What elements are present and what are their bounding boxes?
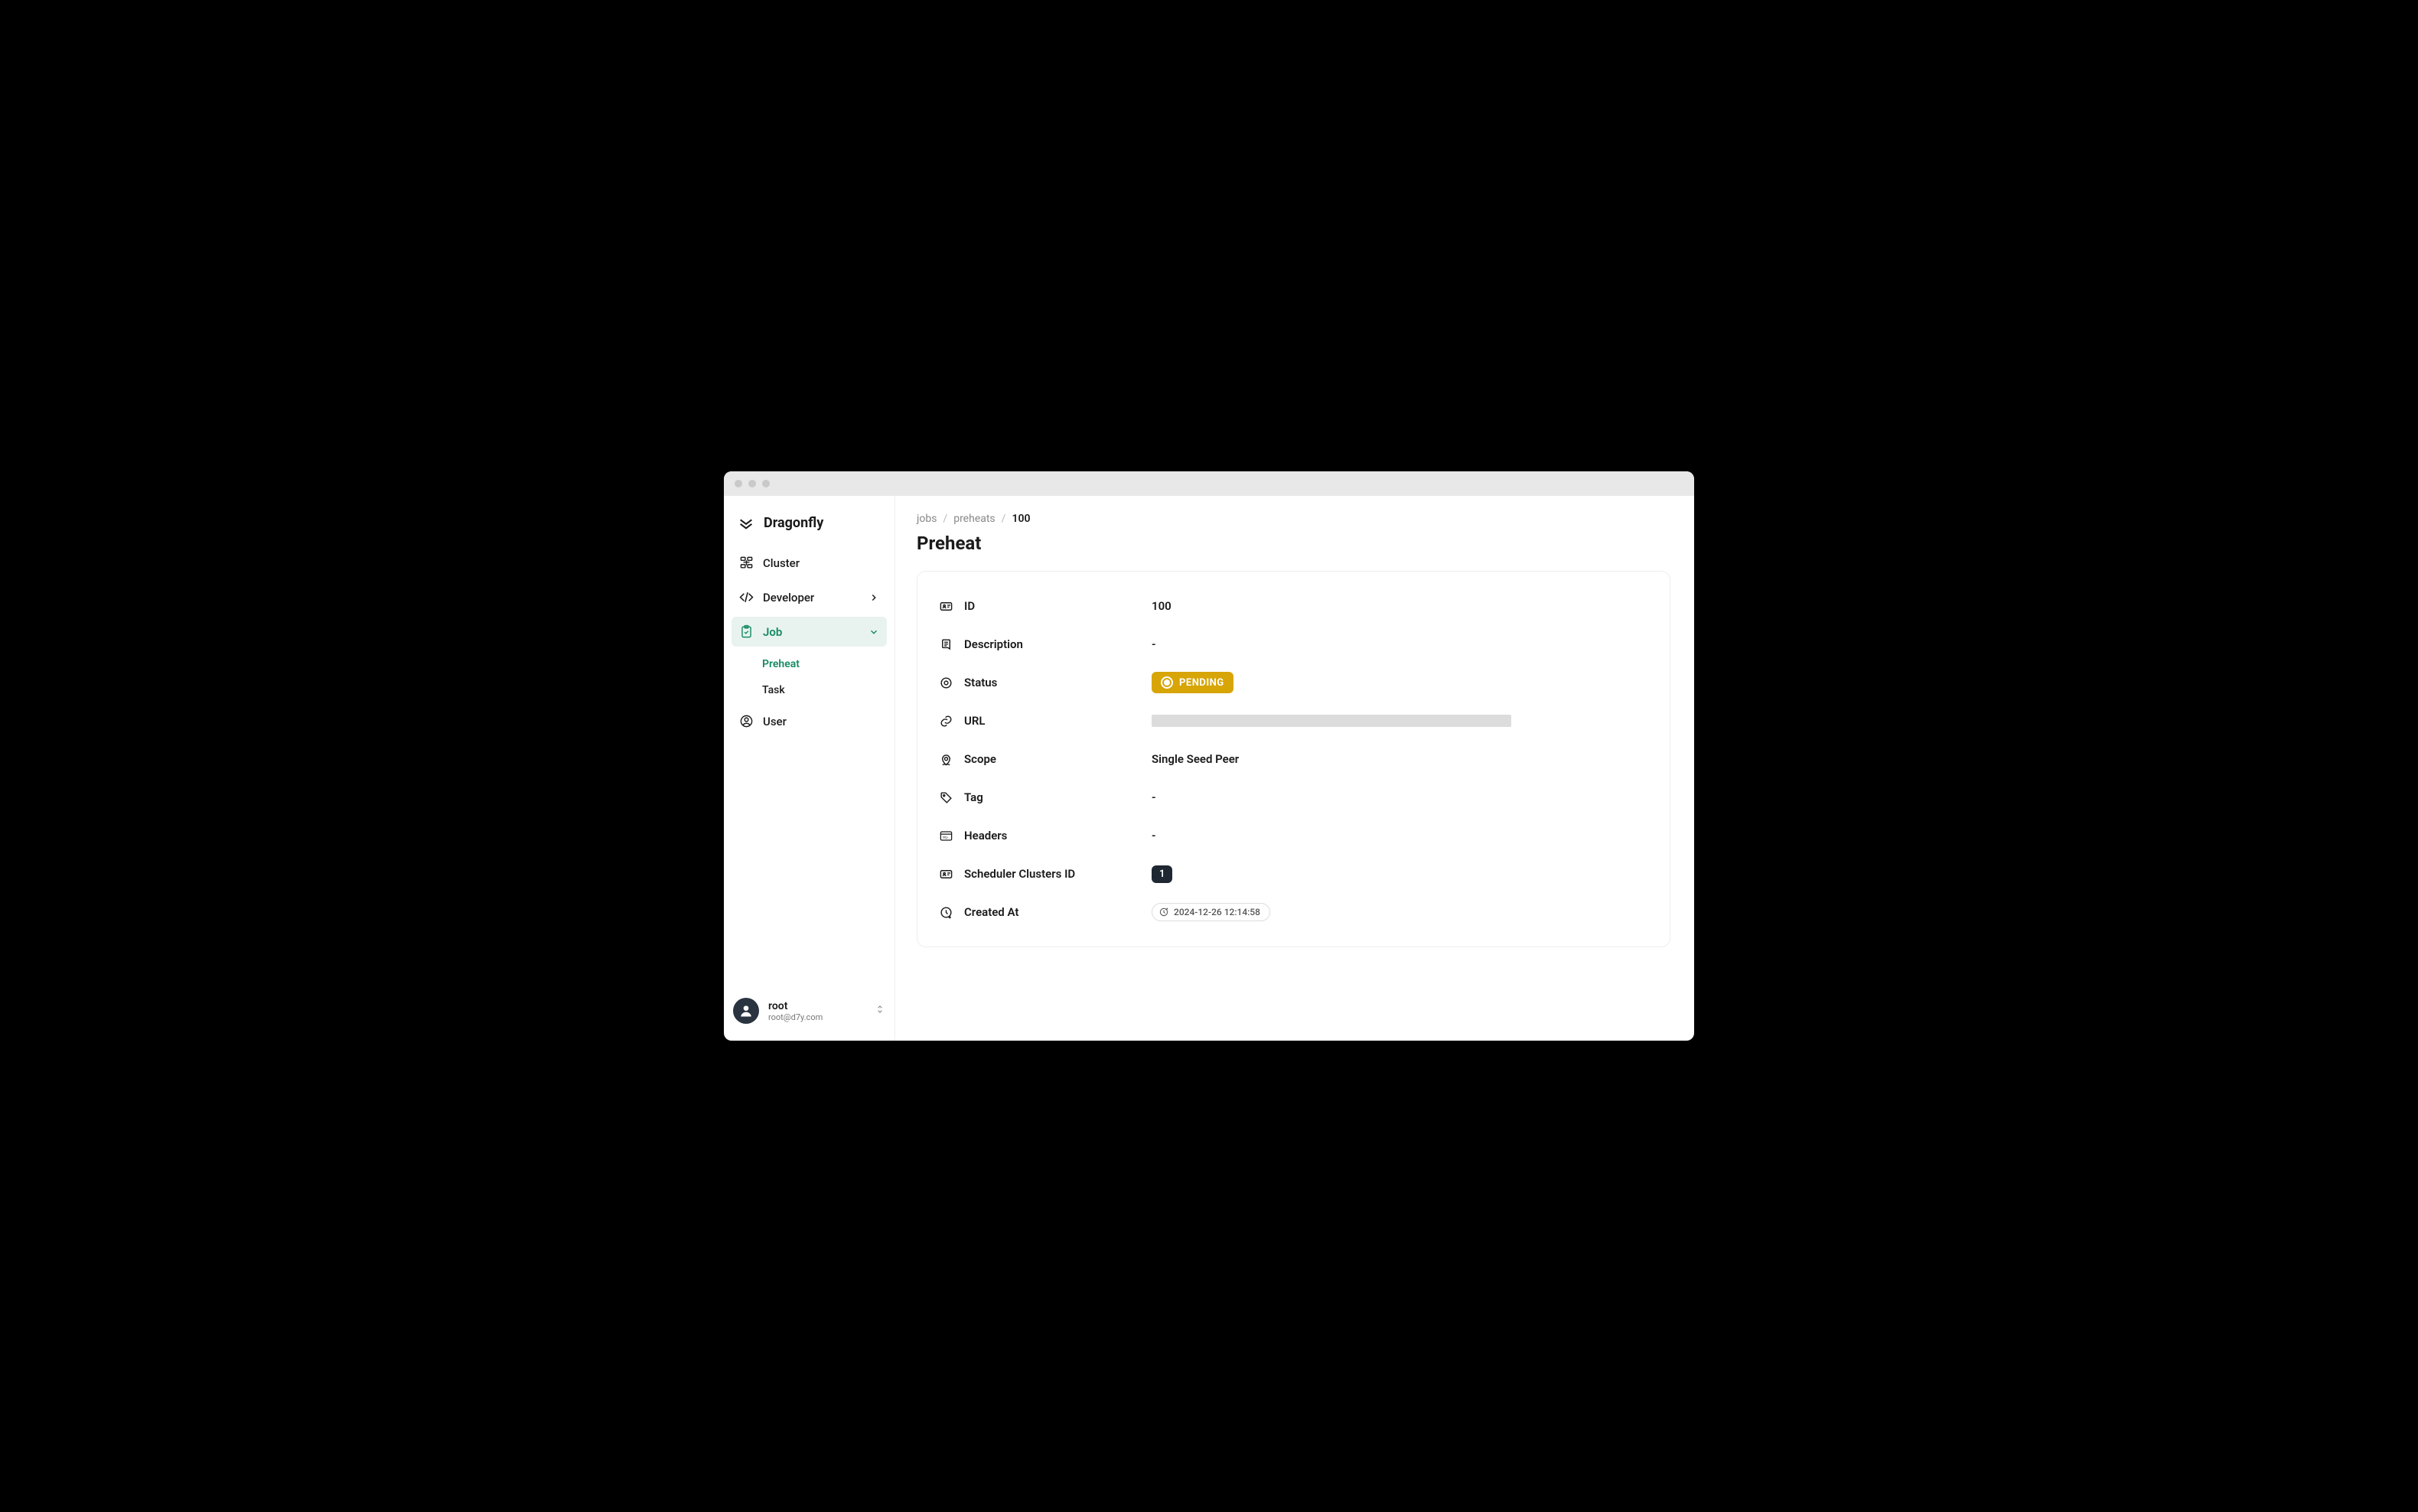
footer-username: root (768, 1000, 865, 1012)
sidebar-subitem-task[interactable]: Task (754, 677, 887, 703)
detail-card: ID 100 Description - Status (917, 571, 1670, 947)
sidebar-label: Cluster (763, 556, 879, 570)
close-dot[interactable] (735, 480, 742, 487)
label-scheduler: Scheduler Clusters ID (964, 867, 1075, 881)
row-scheduler: Scheduler Clusters ID 1 (939, 855, 1648, 893)
label-id: ID (964, 599, 975, 613)
label-headers: Headers (964, 829, 1007, 842)
chevron-up-down-icon (875, 1002, 885, 1016)
sidebar-item-user[interactable]: User (732, 706, 887, 736)
svg-text:http: http (943, 835, 949, 839)
location-icon (939, 752, 953, 767)
app-window: Dragonfly Cluster Developer (724, 471, 1694, 1041)
value-description: - (1152, 637, 1648, 651)
sidebar-label: Job (763, 625, 859, 639)
label-created: Created At (964, 905, 1018, 919)
label-tag: Tag (964, 790, 983, 804)
footer-email: root@d7y.com (768, 1012, 865, 1022)
value-scope: Single Seed Peer (1152, 752, 1648, 766)
tag-icon (939, 790, 953, 805)
avatar (733, 998, 759, 1024)
dragonfly-logo-icon (738, 514, 754, 531)
breadcrumb-current: 100 (1012, 513, 1030, 525)
status-badge: PENDING (1152, 672, 1233, 693)
label-scope: Scope (964, 752, 996, 766)
value-tag: - (1152, 790, 1648, 804)
row-description: Description - (939, 625, 1648, 663)
sidebar: Dragonfly Cluster Developer (724, 496, 895, 1041)
row-url: URL (939, 702, 1648, 740)
sidebar-label: User (763, 715, 879, 728)
value-headers: - (1152, 829, 1648, 842)
sidebar-item-cluster[interactable]: Cluster (732, 548, 887, 578)
chevron-right-icon (868, 592, 879, 603)
id-card-icon (939, 867, 953, 881)
created-chip: 2024-12-26 12:14:58 (1152, 903, 1270, 921)
window-titlebar (724, 471, 1694, 496)
page-title: Preheat (917, 533, 1673, 554)
scheduler-chip: 1 (1152, 865, 1172, 883)
user-icon (739, 714, 754, 728)
code-icon (739, 590, 754, 604)
brand: Dragonfly (724, 507, 895, 548)
main-content: jobs / preheats / 100 Preheat ID 100 (895, 496, 1694, 1041)
id-card-icon (939, 599, 953, 614)
minimize-dot[interactable] (748, 480, 756, 487)
label-url: URL (964, 714, 986, 728)
http-icon: http (939, 829, 953, 843)
user-menu-toggle[interactable] (875, 1002, 885, 1019)
chevron-down-icon (868, 627, 879, 637)
row-id: ID 100 (939, 587, 1648, 625)
row-status: Status PENDING (939, 663, 1648, 702)
breadcrumb-sep: / (1002, 513, 1006, 525)
target-icon (939, 676, 953, 690)
status-text: PENDING (1179, 677, 1224, 689)
breadcrumb-sep: / (943, 513, 947, 525)
row-tag: Tag - (939, 778, 1648, 816)
clock-plus-icon (939, 905, 953, 920)
url-skeleton (1152, 715, 1511, 727)
cluster-icon (739, 556, 754, 570)
brand-name: Dragonfly (764, 515, 823, 531)
zoom-dot[interactable] (762, 480, 770, 487)
created-text: 2024-12-26 12:14:58 (1174, 907, 1260, 917)
row-headers: http Headers - (939, 816, 1648, 855)
sidebar-footer[interactable]: root root@d7y.com (724, 987, 895, 1041)
breadcrumb-preheats[interactable]: preheats (953, 513, 995, 525)
row-created: Created At 2024-12-26 12:14:58 (939, 893, 1648, 931)
sidebar-item-job[interactable]: Job (732, 617, 887, 647)
avatar-icon (738, 1003, 754, 1018)
sidebar-label: Developer (763, 591, 859, 604)
description-icon (939, 637, 953, 652)
link-icon (939, 714, 953, 728)
breadcrumb-jobs[interactable]: jobs (917, 513, 937, 525)
row-scope: Scope Single Seed Peer (939, 740, 1648, 778)
label-description: Description (964, 637, 1023, 651)
sidebar-item-developer[interactable]: Developer (732, 582, 887, 612)
clock-icon (1158, 907, 1169, 917)
pending-dot-icon (1161, 676, 1173, 689)
label-status: Status (964, 676, 997, 689)
sidebar-subitem-preheat[interactable]: Preheat (754, 651, 887, 677)
breadcrumb: jobs / preheats / 100 (917, 513, 1673, 525)
value-id: 100 (1152, 599, 1648, 613)
clipboard-check-icon (739, 624, 754, 639)
